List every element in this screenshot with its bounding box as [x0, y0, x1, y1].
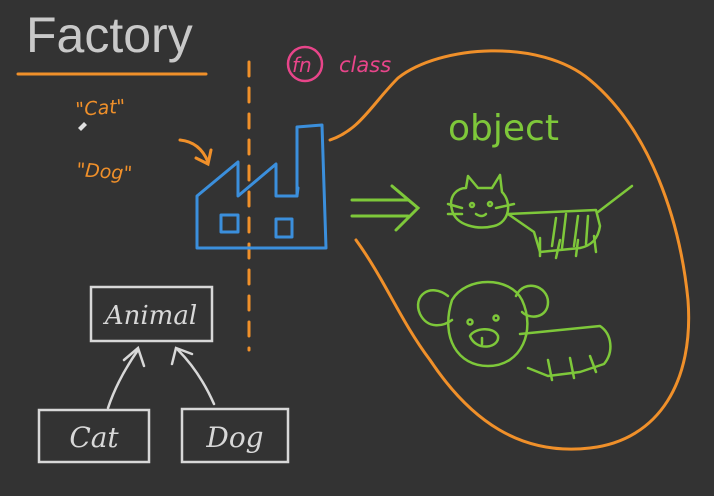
cat-drawing-icon: [446, 173, 634, 260]
fn-label: fn: [292, 53, 312, 77]
dog-drawing-icon: [416, 280, 612, 382]
inheritance-arrow-cat: [106, 345, 146, 410]
class-label: class: [339, 53, 391, 77]
pen-cursor-icon: [78, 122, 87, 131]
whiteboard: Factory "Cat" "Dog" fn class object Anim…: [0, 0, 714, 496]
diagram-canvas: "Cat" "Dog" fn class object Animal Cat D…: [16, 45, 691, 464]
animal-label: Animal: [103, 301, 197, 331]
input-dog-string: "Dog": [76, 159, 133, 185]
input-cat-string: "Cat": [75, 96, 126, 121]
inheritance-arrow-dog: [170, 346, 216, 406]
factory-icon: [195, 123, 328, 250]
curved-arrow-icon: [178, 138, 213, 167]
cat-label: Cat: [69, 421, 119, 454]
dog-label: Dog: [205, 421, 263, 454]
implies-arrow-icon: [350, 184, 421, 232]
object-label: object: [448, 108, 559, 149]
